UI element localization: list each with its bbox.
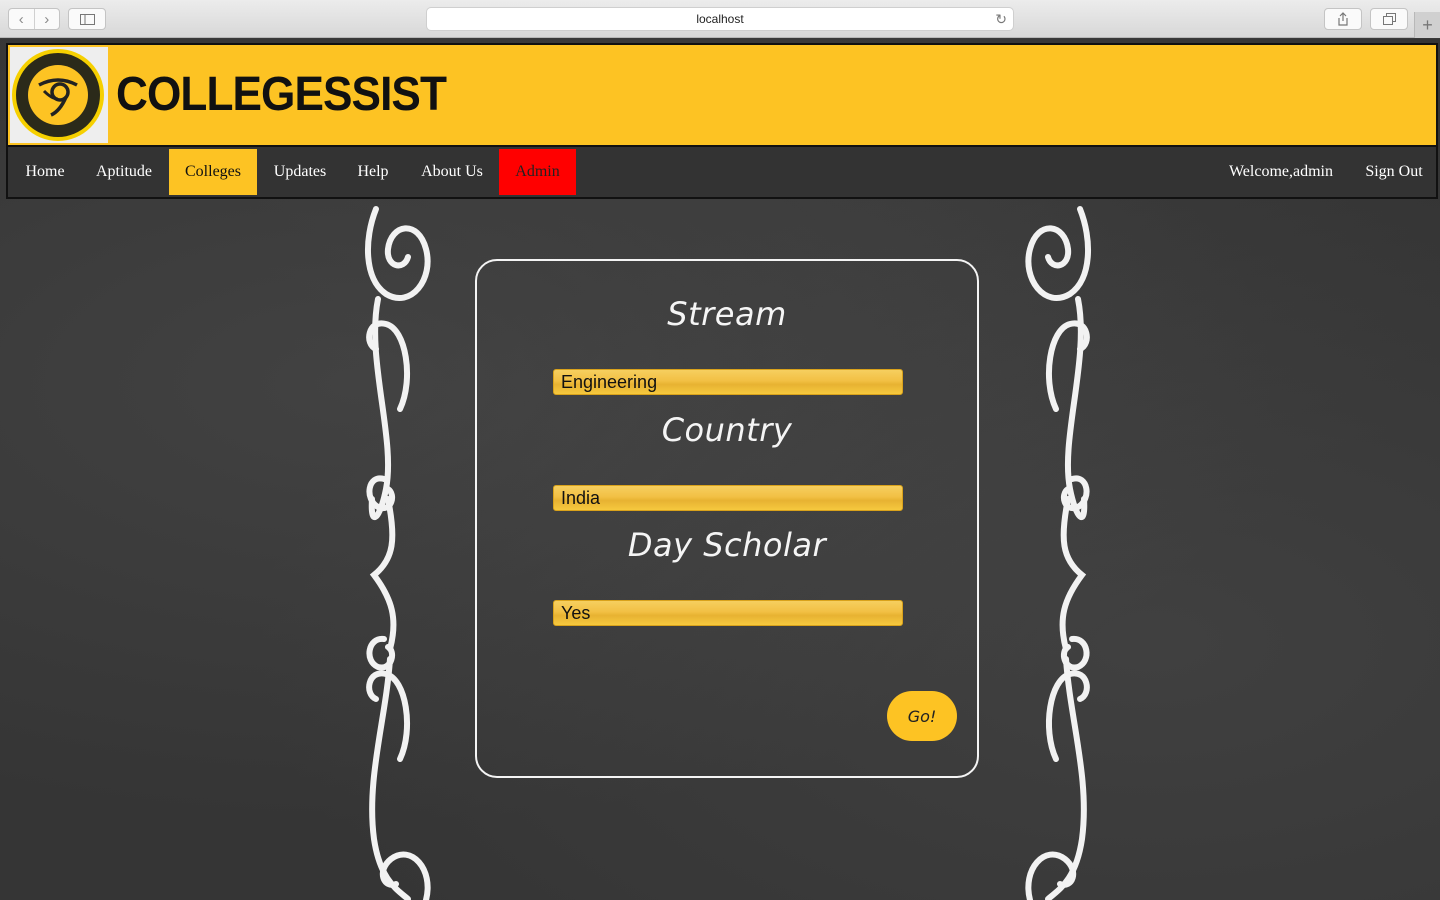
tabs-overview-icon[interactable]	[1370, 8, 1408, 30]
country-label: Country	[661, 411, 793, 449]
logo-icon	[12, 49, 104, 141]
address-url: localhost	[696, 12, 744, 26]
sign-out-link[interactable]: Sign Out	[1354, 149, 1434, 195]
go-button[interactable]: Go!	[887, 691, 957, 741]
left-scroll-ornament	[365, 206, 431, 900]
address-bar[interactable]: localhost ↻	[426, 7, 1014, 31]
day-scholar-select[interactable]: Yes	[553, 600, 903, 626]
browser-toolbar: ‹ › localhost ↻ +	[0, 0, 1440, 38]
nav-colleges[interactable]: Colleges	[169, 149, 257, 195]
history-buttons: ‹ ›	[8, 8, 60, 30]
nav-home[interactable]: Home	[10, 149, 80, 195]
welcome-user: Welcome,admin	[1228, 163, 1333, 180]
nav-updates[interactable]: Updates	[258, 149, 342, 195]
logo[interactable]	[10, 47, 108, 143]
new-tab-icon[interactable]: +	[1414, 12, 1440, 38]
country-select[interactable]: India	[553, 485, 903, 511]
stream-label: Stream	[667, 295, 787, 333]
nav-admin[interactable]: Admin	[499, 149, 576, 195]
back-icon[interactable]: ‹	[9, 9, 34, 29]
site-header: COLLEGESSIST	[6, 43, 1438, 147]
brand-title: COLLEGESSIST	[116, 68, 447, 121]
reload-icon[interactable]: ↻	[995, 8, 1007, 30]
stream-select[interactable]: Engineering	[553, 369, 903, 395]
college-search-form: Stream Engineering Country India Day Sch…	[475, 259, 979, 778]
main-nav: Home Aptitude Colleges Updates Help Abou…	[6, 147, 1438, 199]
nav-aptitude[interactable]: Aptitude	[80, 149, 168, 195]
share-icon[interactable]	[1324, 8, 1362, 30]
sidebar-toggle-icon[interactable]	[68, 8, 106, 30]
forward-icon[interactable]: ›	[33, 9, 60, 29]
nav-about-us[interactable]: About Us	[406, 149, 498, 195]
day-scholar-label: Day Scholar	[627, 526, 827, 564]
nav-help[interactable]: Help	[342, 149, 404, 195]
right-scroll-ornament	[1025, 206, 1091, 900]
